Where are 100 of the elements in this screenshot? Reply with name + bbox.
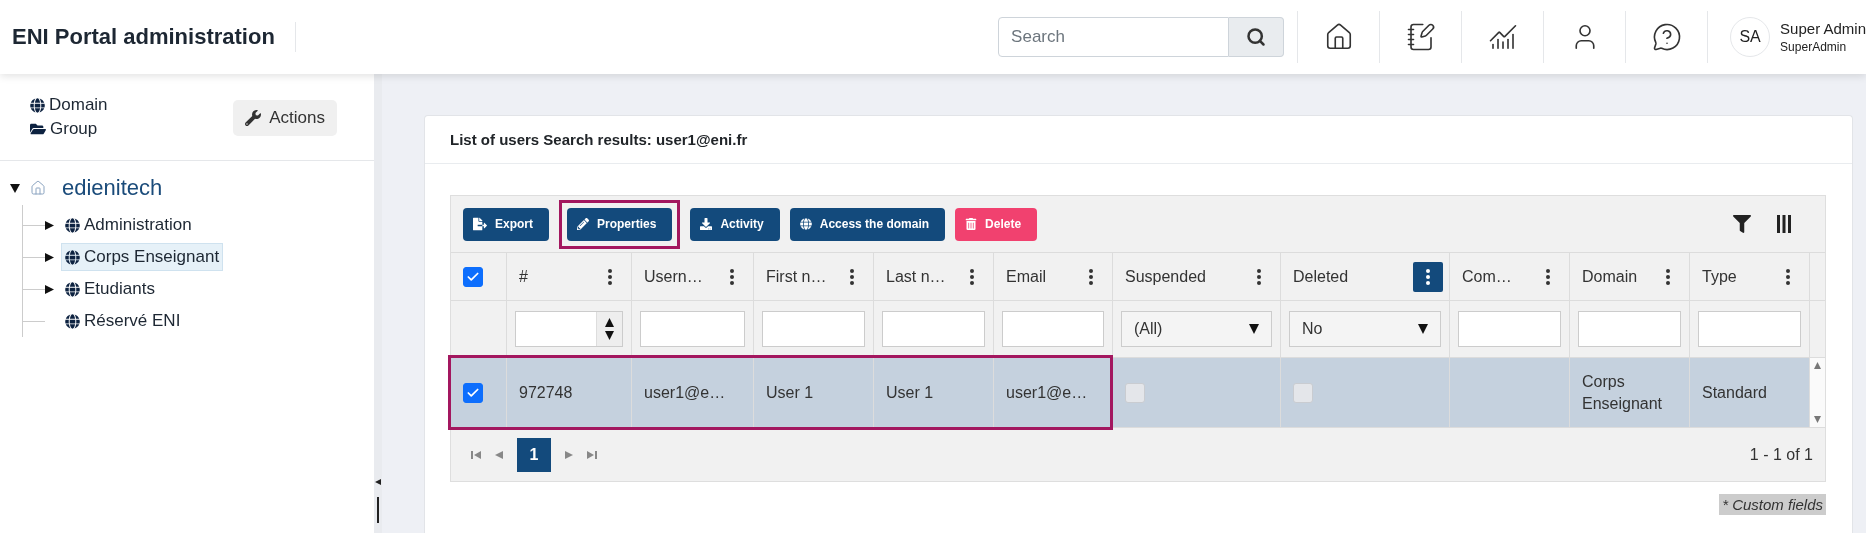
more-icon <box>1257 268 1261 285</box>
tree-item[interactable]: Administration <box>61 211 196 239</box>
toolbar-button[interactable]: Properties <box>567 207 673 241</box>
column-header: Domain <box>1582 267 1639 286</box>
more-icon <box>1546 268 1550 285</box>
help-icon <box>1651 22 1682 52</box>
filter-select[interactable]: (All) <box>1121 311 1272 347</box>
filter-field[interactable] <box>762 311 865 347</box>
toolbar-button[interactable]: Access the domain <box>789 207 946 241</box>
spin-up-icon <box>605 318 614 327</box>
footnote: * Custom fields <box>1719 494 1826 515</box>
scroll-down-icon <box>1814 416 1821 423</box>
wrench-icon <box>245 110 262 126</box>
columns-button[interactable] <box>1777 215 1791 233</box>
column-header: Last n… <box>886 267 947 286</box>
sidebar-link[interactable]: Domain <box>30 94 108 116</box>
globe-icon <box>65 217 80 233</box>
table-cell-text: User 1 <box>886 382 934 403</box>
note-icon <box>1405 22 1436 52</box>
home-icon <box>30 180 46 196</box>
more-icon <box>1666 268 1670 285</box>
download-icon <box>700 218 713 230</box>
toolbar-button[interactable]: Activity <box>690 207 780 241</box>
filter-field[interactable] <box>1578 311 1681 347</box>
filter-field[interactable] <box>1698 311 1801 347</box>
sidebar-link[interactable]: Group <box>30 118 108 140</box>
last-page-icon <box>587 449 597 460</box>
scroll-up-icon <box>1814 362 1821 369</box>
globe-icon <box>65 281 80 297</box>
more-icon <box>730 268 734 285</box>
column-header: Usern… <box>644 267 704 286</box>
caret-icon <box>1418 324 1428 334</box>
globe-icon <box>30 97 45 113</box>
globe-icon <box>799 218 812 230</box>
more-icon <box>850 268 854 285</box>
column-header: Type <box>1702 267 1738 286</box>
scrollbar[interactable] <box>1810 358 1825 427</box>
folder-icon <box>30 121 46 137</box>
filter-select[interactable]: No <box>1289 311 1441 347</box>
columns-icon <box>1777 215 1791 233</box>
globe-icon <box>65 249 80 265</box>
table-cell-text: user1@e… <box>1006 382 1088 403</box>
pager-summary: 1 - 1 of 1 <box>1749 445 1813 464</box>
table-cell-text: user1@e… <box>644 382 726 403</box>
tree-item[interactable]: Corps Enseignant <box>61 243 224 271</box>
table-cell-text: User 1 <box>766 382 814 403</box>
export-icon <box>473 217 487 231</box>
more-icon <box>1089 268 1093 285</box>
column-header: Com… <box>1462 267 1513 286</box>
collapse-icon <box>375 479 381 485</box>
expand-icon <box>45 252 54 262</box>
globe-icon <box>65 313 80 329</box>
tree-item[interactable]: Etudiants <box>61 275 159 303</box>
chart-icon <box>1487 22 1518 52</box>
resize-handle[interactable] <box>377 497 379 523</box>
trash-icon <box>965 218 978 230</box>
spin-down-icon <box>605 331 614 340</box>
filter-field[interactable] <box>1458 311 1561 347</box>
filter-icon <box>1733 215 1751 233</box>
table-cell-text: 972748 <box>519 382 573 403</box>
column-header: Email <box>1006 267 1047 286</box>
first-page-icon <box>471 449 481 460</box>
next-page-icon <box>565 450 573 459</box>
search-icon <box>1246 27 1267 47</box>
toolbar-button[interactable]: Export <box>463 207 549 241</box>
column-header: Suspended <box>1125 267 1207 286</box>
user-role: SuperAdmin <box>1780 40 1848 54</box>
column-menu-button[interactable] <box>1413 261 1443 292</box>
column-header: First n… <box>766 267 828 286</box>
more-icon <box>1426 268 1430 285</box>
number-field[interactable] <box>515 311 623 347</box>
table-cell-text: Corps Enseignant <box>1582 371 1664 414</box>
page-button[interactable]: 1 <box>517 437 551 472</box>
toolbar-button[interactable]: Delete <box>955 207 1038 241</box>
more-icon <box>970 268 974 285</box>
checkbox[interactable] <box>463 382 483 403</box>
pencil-icon <box>577 218 589 230</box>
panel-title: List of users Search results: user1@eni.fr <box>425 116 1852 164</box>
column-header: Deleted <box>1293 267 1350 286</box>
filter-button[interactable] <box>1733 215 1751 233</box>
table-row[interactable]: 972748 user1@e… User 1 User 1 user1@e… Corps Enseignant Standard <box>451 357 1825 427</box>
tree-root[interactable]: edienitech <box>62 175 163 201</box>
tree-toggle-icon[interactable] <box>10 183 20 193</box>
search-button[interactable] <box>1229 17 1285 57</box>
search-field[interactable]: Search <box>998 17 1230 57</box>
tree-item[interactable]: Réservé ENI <box>61 307 185 335</box>
filter-field[interactable] <box>1002 311 1104 347</box>
actions-button[interactable]: Actions <box>233 100 337 136</box>
app-title: ENI Portal administration <box>12 22 296 52</box>
expand-icon <box>45 220 54 230</box>
table-cell-text: Standard <box>1702 382 1767 403</box>
filter-field[interactable] <box>640 311 745 347</box>
checkbox[interactable] <box>463 266 483 287</box>
previous-page-icon <box>495 450 503 459</box>
more-icon <box>608 268 612 285</box>
more-icon <box>1786 268 1790 285</box>
column-header: # <box>519 267 529 286</box>
user-name: Super Admin <box>1780 20 1866 37</box>
filter-field[interactable] <box>882 311 985 347</box>
expand-icon <box>45 284 54 294</box>
